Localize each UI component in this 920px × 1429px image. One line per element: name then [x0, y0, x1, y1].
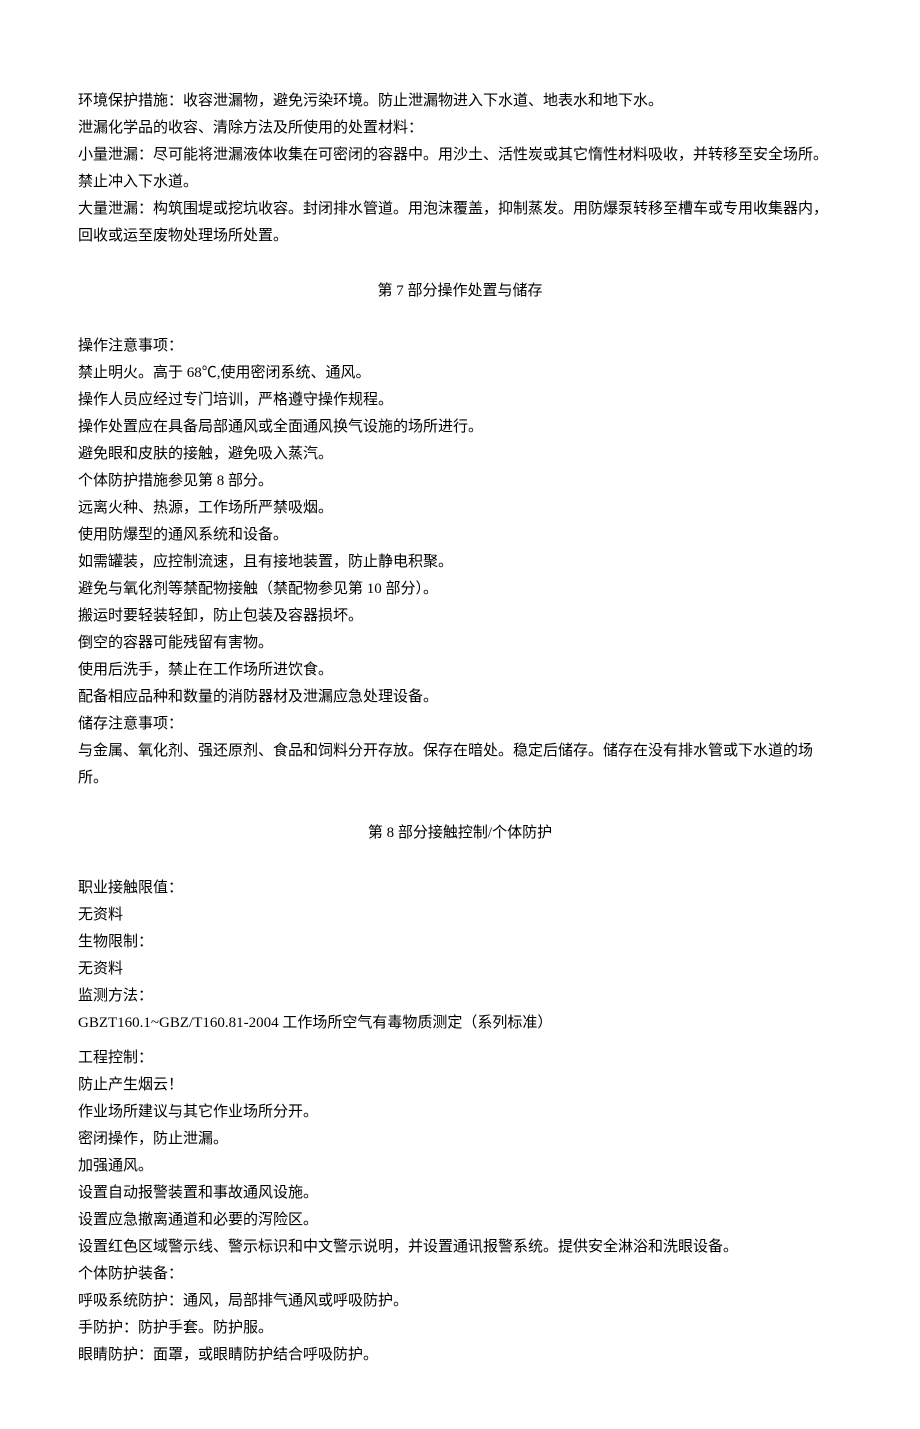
closed-operation: 密闭操作，防止泄漏。: [78, 1126, 842, 1153]
explosion-proof: 使用防爆型的通风系统和设备。: [78, 522, 842, 549]
small-spill: 小量泄漏：尽可能将泄漏液体收集在可密闭的容器中。用沙土、活性炭或其它惰性材料吸收…: [78, 142, 842, 196]
section8-content: 职业接触限值： 无资料 生物限制： 无资料 监测方法： GBZT160.1~GB…: [78, 875, 842, 1369]
wash-hands: 使用后洗手，禁止在工作场所进饮食。: [78, 657, 842, 684]
section8-title: 第 8 部分接触控制/个体防护: [78, 820, 842, 847]
handling-care: 搬运时要轻装轻卸，防止包装及容器损坏。: [78, 603, 842, 630]
emergency-exit: 设置应急撤离通道和必要的泻险区。: [78, 1207, 842, 1234]
hand-protection: 手防护：防护手套。防护服。: [78, 1315, 842, 1342]
storage-notes-label: 储存注意事项：: [78, 711, 842, 738]
ppe-reference: 个体防护措施参见第 8 部分。: [78, 468, 842, 495]
operator-training: 操作人员应经过专门培训，严格遵守操作规程。: [78, 387, 842, 414]
env-protection: 环境保护措施：收容泄漏物，避免污染环境。防止泄漏物进入下水道、地表水和地下水。: [78, 88, 842, 115]
section7-content: 操作注意事项： 禁止明火。高于 68℃,使用密闭系统、通风。 操作人员应经过专门…: [78, 333, 842, 792]
section6-content: 环境保护措施：收容泄漏物，避免污染环境。防止泄漏物进入下水道、地表水和地下水。 …: [78, 88, 842, 250]
no-smoke-cloud: 防止产生烟云！: [78, 1072, 842, 1099]
avoid-contact: 避免眼和皮肤的接触，避免吸入蒸汽。: [78, 441, 842, 468]
respiratory-protection: 呼吸系统防护：通风，局部排气通风或呼吸防护。: [78, 1288, 842, 1315]
auto-alarm: 设置自动报警装置和事故通风设施。: [78, 1180, 842, 1207]
ppe-label: 个体防护装备：: [78, 1261, 842, 1288]
eye-protection: 眼睛防护：面罩，或眼睛防护结合呼吸防护。: [78, 1342, 842, 1369]
bio-limit-value: 无资料: [78, 956, 842, 983]
warning-lines: 设置红色区域警示线、警示标识和中文警示说明，并设置通讯报警系统。提供安全淋浴和洗…: [78, 1234, 842, 1261]
enhance-ventilation: 加强通风。: [78, 1153, 842, 1180]
spacer: [78, 1037, 842, 1045]
exposure-limit-label: 职业接触限值：: [78, 875, 842, 902]
empty-containers: 倒空的容器可能残留有害物。: [78, 630, 842, 657]
engineering-control-label: 工程控制：: [78, 1045, 842, 1072]
spill-methods-label: 泄漏化学品的收容、清除方法及所使用的处置材料：: [78, 115, 842, 142]
fire-equipment: 配备相应品种和数量的消防器材及泄漏应急处理设备。: [78, 684, 842, 711]
storage-separation: 与金属、氧化剂、强还原剂、食品和饲料分开存放。保存在暗处。稳定后储存。储存在没有…: [78, 738, 842, 792]
monitoring-label: 监测方法：: [78, 983, 842, 1010]
workplace-separate: 作业场所建议与其它作业场所分开。: [78, 1099, 842, 1126]
monitoring-value: GBZT160.1~GBZ/T160.81-2004 工作场所空气有毒物质测定（…: [78, 1010, 842, 1037]
large-spill: 大量泄漏：构筑围堤或挖坑收容。封闭排水管道。用泡沫覆盖，抑制蒸发。用防爆泵转移至…: [78, 196, 842, 250]
no-smoking: 远离火种、热源，工作场所严禁吸烟。: [78, 495, 842, 522]
bio-limit-label: 生物限制：: [78, 929, 842, 956]
no-open-flame: 禁止明火。高于 68℃,使用密闭系统、通风。: [78, 360, 842, 387]
filling-control: 如需罐装，应控制流速，且有接地装置，防止静电积聚。: [78, 549, 842, 576]
operation-notes-label: 操作注意事项：: [78, 333, 842, 360]
ventilation-requirement: 操作处置应在具备局部通风或全面通风换气设施的场所进行。: [78, 414, 842, 441]
exposure-limit-value: 无资料: [78, 902, 842, 929]
section7-title: 第 7 部分操作处置与储存: [78, 278, 842, 305]
avoid-oxidizers: 避免与氧化剂等禁配物接触（禁配物参见第 10 部分）。: [78, 576, 842, 603]
